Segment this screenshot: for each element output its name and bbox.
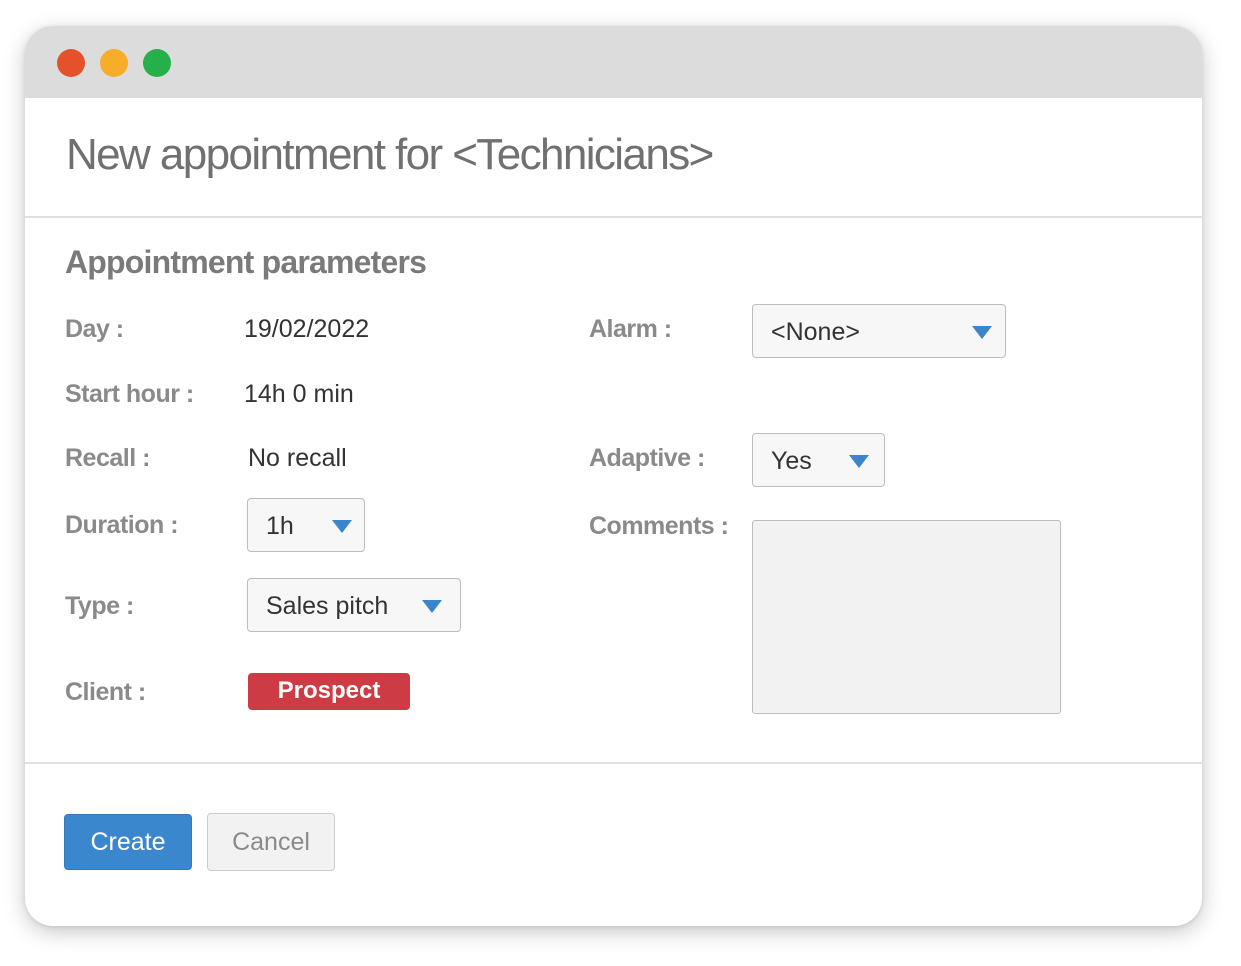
alarm-selected-value: <None> — [771, 318, 860, 346]
alarm-label: Alarm : — [589, 315, 672, 343]
header-divider — [25, 216, 1202, 218]
comments-textarea[interactable] — [752, 520, 1061, 714]
adaptive-label: Adaptive : — [589, 444, 705, 472]
day-value: 19/02/2022 — [244, 315, 370, 343]
maximize-window-button[interactable] — [143, 49, 171, 77]
start-hour-value: 14h 0 min — [244, 380, 354, 408]
page-title: New appointment for <Technicians> — [66, 130, 714, 179]
client-status-badge: Prospect — [248, 673, 410, 710]
day-label: Day : — [65, 315, 124, 343]
adaptive-selected-value: Yes — [771, 447, 812, 475]
chevron-down-icon — [849, 455, 869, 468]
start-hour-label: Start hour : — [65, 380, 194, 408]
chevron-down-icon — [972, 326, 992, 339]
chevron-down-icon — [332, 520, 352, 533]
type-select[interactable]: Sales pitch — [247, 578, 461, 632]
adaptive-select[interactable]: Yes — [752, 433, 885, 487]
duration-selected-value: 1h — [266, 512, 294, 540]
title-bar — [25, 26, 1202, 98]
duration-label: Duration : — [65, 511, 179, 539]
minimize-window-button[interactable] — [100, 49, 128, 77]
section-title: Appointment parameters — [65, 244, 427, 280]
close-window-button[interactable] — [57, 49, 85, 77]
recall-label: Recall : — [65, 444, 150, 472]
duration-select[interactable]: 1h — [247, 498, 365, 552]
create-button[interactable]: Create — [64, 814, 192, 870]
recall-value: No recall — [248, 444, 347, 472]
comments-label: Comments : — [589, 512, 729, 540]
client-label: Client : — [65, 678, 146, 706]
footer-divider — [25, 762, 1202, 764]
chevron-down-icon — [422, 600, 442, 613]
type-selected-value: Sales pitch — [266, 592, 389, 620]
cancel-button[interactable]: Cancel — [207, 813, 335, 871]
appointment-window: New appointment for <Technicians> Appoin… — [25, 26, 1202, 926]
alarm-select[interactable]: <None> — [752, 304, 1006, 358]
type-label: Type : — [65, 592, 134, 620]
